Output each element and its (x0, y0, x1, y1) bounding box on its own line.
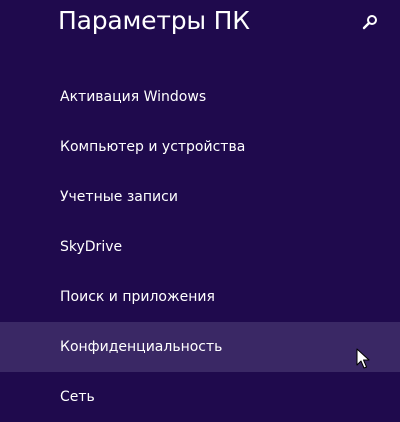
nav-item-search-and-apps[interactable]: Поиск и приложения (0, 272, 400, 322)
nav-item-pc-and-devices[interactable]: Компьютер и устройства (0, 122, 400, 172)
nav-item-label: Поиск и приложения (60, 289, 215, 305)
nav-item-privacy[interactable]: Конфиденциальность (0, 322, 400, 372)
page-title: Параметры ПК (58, 6, 250, 35)
nav-item-network[interactable]: Сеть (0, 372, 400, 422)
nav-item-label: Учетные записи (60, 189, 178, 205)
nav-item-label: Сеть (60, 389, 95, 405)
search-button[interactable] (358, 10, 382, 34)
nav-item-windows-activation[interactable]: Активация Windows (0, 72, 400, 122)
nav-item-label: SkyDrive (60, 239, 123, 255)
nav-item-skydrive[interactable]: SkyDrive (0, 222, 400, 272)
nav-item-label: Компьютер и устройства (60, 139, 246, 155)
nav-item-label: Активация Windows (60, 89, 207, 105)
nav-item-label: Конфиденциальность (60, 339, 223, 355)
settings-nav: Активация Windows Компьютер и устройства… (0, 72, 400, 422)
search-icon (362, 15, 377, 30)
nav-item-accounts[interactable]: Учетные записи (0, 172, 400, 222)
header: Параметры ПК (0, 0, 400, 60)
